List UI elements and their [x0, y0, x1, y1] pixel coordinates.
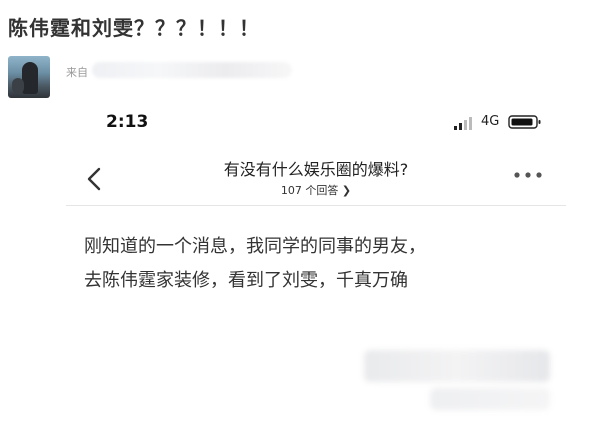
answer-count: 107 个回答	[280, 184, 339, 197]
signal-icon	[454, 117, 472, 130]
answer-line: 去陈伟霆家装修，看到了刘雯，千真万确	[84, 270, 408, 291]
status-time: 2:13	[106, 112, 149, 132]
battery-icon	[508, 115, 541, 129]
header-divider	[66, 205, 566, 206]
avatar-figure	[22, 62, 38, 94]
blurred-watermark-secondary	[430, 388, 550, 410]
question-title[interactable]: 有没有什么娱乐圈的爆料?	[166, 156, 466, 180]
blurred-watermark	[364, 350, 550, 382]
network-type: 4G	[481, 114, 500, 129]
avatar[interactable]	[8, 56, 50, 98]
more-icon[interactable]	[512, 170, 544, 180]
post-title: 陈伟霆和刘雯？？？！！！	[8, 16, 260, 40]
source-label: 来自	[66, 66, 88, 79]
page: 陈伟霆和刘雯？？？！！！ 来自 2:13 4G 有没有什么娱乐圈的爆料? 107…	[0, 0, 600, 434]
answer-line: 刚知道的一个消息，我同学的同事的男友，	[84, 236, 426, 257]
source-name-blurred	[92, 62, 292, 78]
chevron-right-icon: ❯	[341, 184, 352, 197]
answer-content: 刚知道的一个消息，我同学的同事的男友， 去陈伟霆家装修，看到了刘雯，千真万确	[84, 230, 564, 298]
back-icon[interactable]	[84, 166, 106, 192]
answer-count-link[interactable]: 107 个回答 ❯	[166, 182, 466, 198]
avatar-figure-secondary	[12, 78, 24, 94]
